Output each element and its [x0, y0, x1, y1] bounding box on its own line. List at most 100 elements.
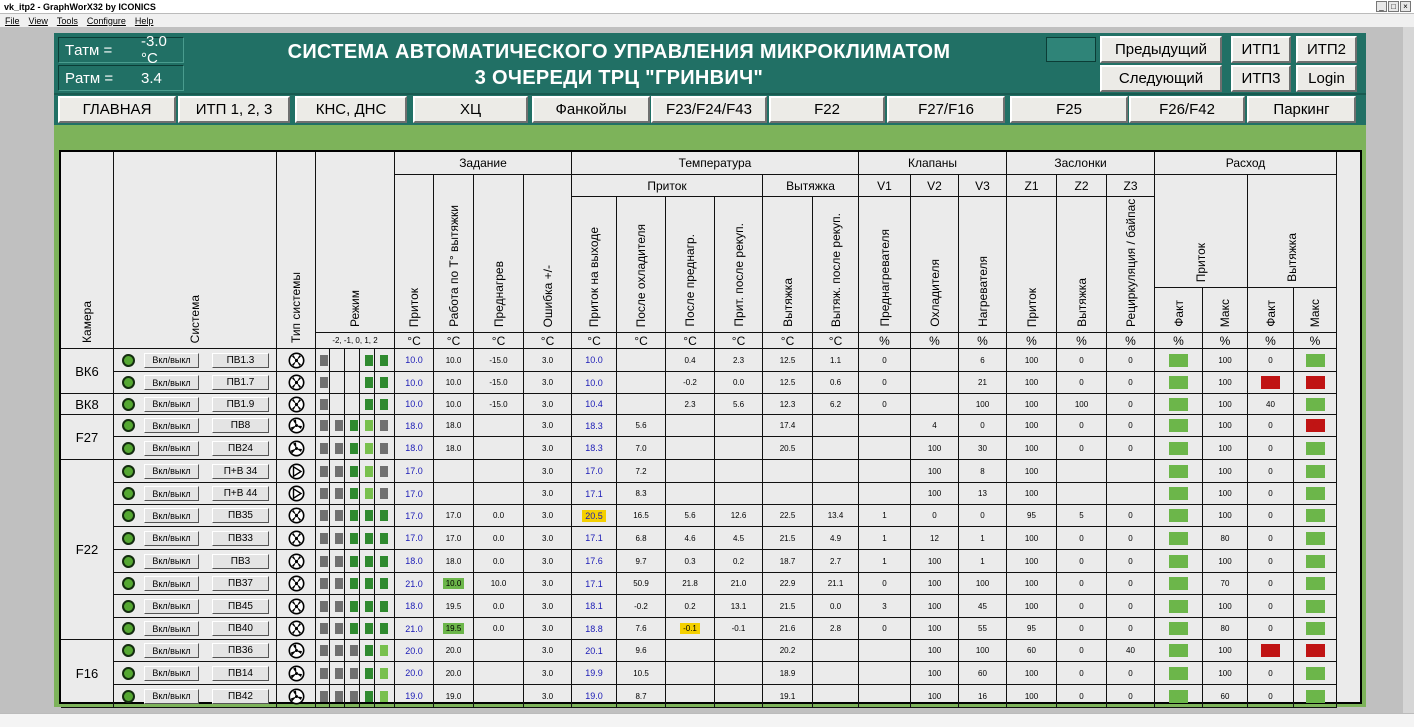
nav-tab-0[interactable]: ГЛАВНАЯ	[58, 96, 176, 123]
nav-tab-9[interactable]: F26/F42	[1129, 96, 1245, 123]
col-zad-3-text: Ошибка +/-	[540, 264, 555, 327]
toggle-button[interactable]: Вкл/выкл	[144, 463, 199, 479]
value-text: 21.1	[827, 579, 844, 588]
system-button[interactable]: П+В 34	[212, 463, 269, 479]
nav-tab-4[interactable]: Фанкойлы	[532, 96, 650, 123]
axial-fan-icon[interactable]	[288, 642, 305, 659]
toggle-button[interactable]: Вкл/выкл	[144, 553, 199, 569]
fan-icon[interactable]	[288, 396, 305, 413]
vertical-scrollbar[interactable]	[1403, 27, 1414, 713]
toggle-button[interactable]: Вкл/выкл	[144, 486, 199, 501]
fan-icon[interactable]	[288, 530, 305, 547]
system-button[interactable]: ПВ1.7	[212, 375, 269, 390]
axial-fan-icon[interactable]	[288, 417, 305, 434]
nav-tab-2[interactable]: КНС, ДНС	[295, 96, 407, 123]
ventilation-table: Камера Система Тип системы Режим -2, -1, 0, …	[59, 150, 1362, 708]
menu-view[interactable]: View	[29, 16, 48, 26]
system-button[interactable]: ПВ3	[212, 553, 269, 569]
system-button[interactable]: ПВ36	[212, 643, 269, 658]
value-cell: 100	[1007, 527, 1057, 550]
itp3-button[interactable]: ИТП3	[1231, 65, 1291, 92]
login-button[interactable]: Login	[1296, 65, 1357, 92]
itp2-button[interactable]: ИТП2	[1296, 36, 1357, 63]
toggle-button[interactable]: Вкл/выкл	[144, 508, 199, 523]
toggle-button[interactable]: Вкл/выкл	[144, 643, 199, 658]
fan-icon[interactable]	[288, 598, 305, 615]
menu-configure[interactable]: Configure	[87, 16, 126, 26]
toggle-button[interactable]: Вкл/выкл	[144, 688, 199, 704]
header-type-text: Тип системы	[289, 272, 303, 343]
value-chip: 30	[1305, 487, 1325, 500]
maximize-button[interactable]: □	[1388, 1, 1399, 12]
itp1-button[interactable]: ИТП1	[1231, 36, 1291, 63]
fan-icon[interactable]	[288, 352, 305, 369]
minimize-button[interactable]: _	[1376, 1, 1387, 12]
value-cell: 0	[1248, 550, 1294, 573]
toggle-button[interactable]: Вкл/выкл	[144, 576, 199, 591]
axial-fan-icon[interactable]	[288, 688, 305, 705]
value-cell: 100	[1203, 550, 1248, 573]
system-button[interactable]: ПВ42	[212, 688, 269, 704]
toggle-button[interactable]: Вкл/выкл	[144, 352, 199, 368]
fan-icon[interactable]	[288, 507, 305, 524]
fan-icon[interactable]	[288, 575, 305, 592]
col-temp-1-text: После охладителя	[634, 223, 648, 327]
pump-icon[interactable]	[288, 463, 305, 480]
fan-icon[interactable]	[288, 620, 305, 637]
system-button[interactable]: ПВ1.9	[212, 396, 269, 412]
value-cell: 3.0	[524, 595, 572, 618]
value-text: 100	[927, 443, 942, 453]
nav-tab-6[interactable]: F22	[769, 96, 885, 123]
toggle-button[interactable]: Вкл/выкл	[144, 530, 199, 546]
mode-indicator	[365, 667, 373, 679]
horizontal-scrollbar[interactable]	[0, 713, 1414, 727]
system-button[interactable]: ПВ8	[212, 418, 269, 433]
system-button[interactable]: ПВ45	[212, 598, 269, 614]
nav-tab-5[interactable]: F23/F24/F43	[651, 96, 767, 123]
fan-icon[interactable]	[288, 374, 305, 391]
menu-tools[interactable]: Tools	[57, 16, 78, 26]
toggle-button[interactable]: Вкл/выкл	[144, 440, 199, 456]
next-button[interactable]: Следующий	[1100, 65, 1222, 92]
toggle-button[interactable]: Вкл/выкл	[144, 621, 199, 636]
value-text: 0	[1128, 556, 1133, 566]
nav-tab-8[interactable]: F25	[1010, 96, 1128, 123]
mode-divider	[359, 595, 360, 617]
menu-help[interactable]: Help	[135, 16, 154, 26]
value-cell: 2.8	[813, 618, 859, 640]
nav-tab-1[interactable]: ИТП 1, 2, 3	[178, 96, 290, 123]
nav-tab-3[interactable]: ХЦ	[413, 96, 528, 123]
toggle-button[interactable]: Вкл/выкл	[144, 665, 199, 681]
system-button[interactable]: ПВ24	[212, 440, 269, 456]
nav-tab-10[interactable]: Паркинг	[1247, 96, 1356, 123]
system-button[interactable]: П+В 44	[212, 486, 269, 501]
fan-icon[interactable]	[288, 553, 305, 570]
system-button[interactable]: ПВ40	[212, 621, 269, 636]
type-cell	[277, 460, 316, 483]
menu-file[interactable]: File	[5, 16, 20, 26]
nav-tab-7[interactable]: F27/F16	[887, 96, 1005, 123]
toggle-button[interactable]: Вкл/выкл	[144, 418, 199, 433]
value-cell: 0.2	[666, 595, 715, 618]
system-button[interactable]: ПВ1.3	[212, 352, 269, 368]
system-button[interactable]: ПВ14	[212, 665, 269, 681]
pump-icon[interactable]	[288, 485, 305, 502]
value-chip: 100	[1169, 599, 1188, 613]
system-button[interactable]: ПВ33	[212, 530, 269, 546]
axial-fan-icon[interactable]	[288, 665, 305, 682]
value-text: 0	[1128, 533, 1133, 543]
value-text: 100	[927, 668, 942, 678]
value-cell: 0	[1057, 349, 1107, 372]
toggle-button[interactable]: Вкл/выкл	[144, 375, 199, 390]
axial-fan-icon[interactable]	[288, 440, 305, 457]
system-button[interactable]: ПВ35	[212, 508, 269, 523]
value-cell: 100	[1155, 483, 1203, 505]
value-cell: 17.0	[395, 527, 434, 550]
prev-button[interactable]: Предыдущий	[1100, 36, 1222, 63]
toggle-button[interactable]: Вкл/выкл	[144, 396, 199, 412]
close-button[interactable]: ×	[1400, 1, 1411, 12]
value-text: 6.8	[635, 533, 647, 543]
system-button[interactable]: ПВ37	[212, 576, 269, 591]
value-text: 18.0	[445, 421, 462, 430]
toggle-button[interactable]: Вкл/выкл	[144, 598, 199, 614]
